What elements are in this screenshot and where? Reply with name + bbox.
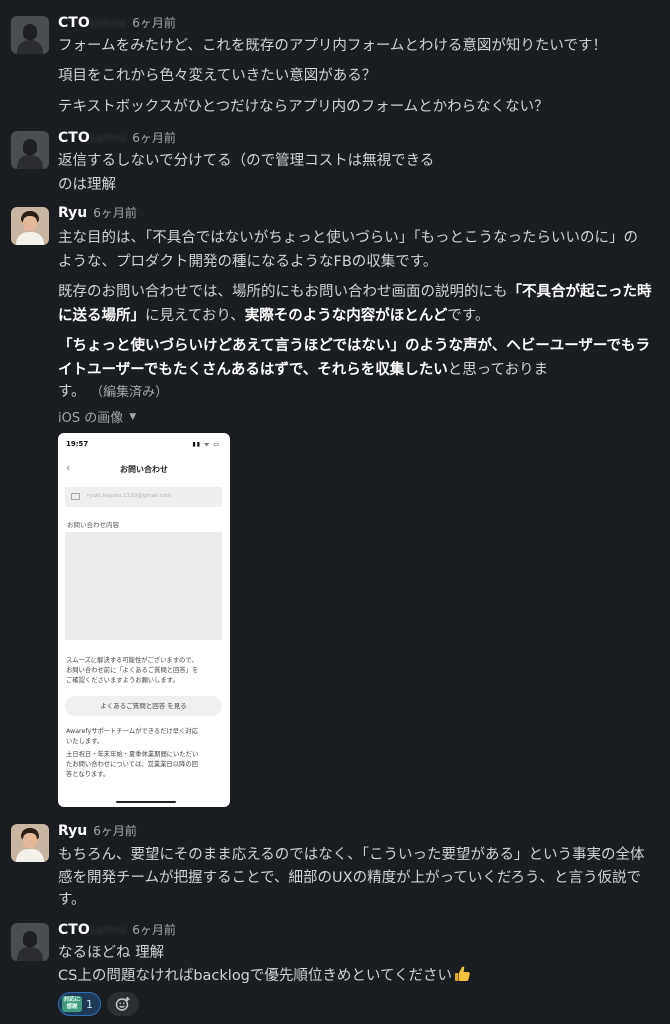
avatar[interactable] (11, 16, 49, 54)
phone-note-line: スムーズに解決する可能性がございますので、 (66, 657, 198, 664)
message-text: のは理解 (58, 177, 116, 193)
text-segment: す。 (58, 384, 86, 400)
message-header: Ryu 6ヶ月前 (58, 822, 137, 842)
mail-icon (71, 493, 80, 500)
text-segment: と思っておりま (447, 362, 549, 378)
message-text: イトユーザーでもたくさんあるはずで、それらを収集したいと思っておりま (58, 358, 548, 382)
text-segment: CS上の問題なければbacklogで優先順位きめといてください (58, 968, 453, 984)
author-name-redacted: sahiro (89, 131, 127, 145)
bold-text: 「不具合が起こった時 (507, 284, 652, 300)
phone-support-line: Awarefyサポートチームができるだけ早く対応 (66, 728, 198, 735)
message-text: 感を開発チームが把握することで、細部のUXの精度が上がっていくだろう、と言う仮説… (58, 870, 641, 886)
phone-support-line: たお問い合わせについては、営業業日以降の回 (66, 761, 198, 768)
avatar[interactable] (11, 824, 49, 862)
author-name[interactable]: CTO (58, 922, 90, 938)
add-reaction-icon (115, 997, 130, 1011)
reaction-count: 1 (86, 997, 93, 1011)
bold-text: に送る場所」 (58, 308, 145, 324)
phone-textarea (65, 532, 222, 640)
avatar[interactable] (11, 923, 49, 961)
message-text: に送る場所」に見えており、実際そのような内容がほとんどです。 (58, 304, 489, 328)
custom-emoji-icon: 対応に 感謝 (62, 996, 82, 1012)
attached-image[interactable]: 19:57 ▮▮ ᯤ ▭ ‹ お問い合わせ ryuki.hayato.1120@… (58, 433, 230, 807)
add-reaction-button[interactable] (107, 992, 139, 1016)
phone-support-line: 土日祝日・年末年始・夏季休業期間にいただい (66, 751, 199, 758)
author-name-redacted: sahiro (89, 923, 127, 937)
phone-email-placeholder: ryuki.hayato.1120@gmail.com (87, 493, 172, 499)
text-segment: 既存のお問い合わせでは、場所的にもお問い合わせ画面の説明的にも (58, 284, 508, 300)
image-toggle[interactable]: iOS の画像 ▼ (58, 407, 136, 426)
phone-email-field: ryuki.hayato.1120@gmail.com (65, 487, 222, 507)
phone-page-title: お問い合わせ (120, 465, 168, 474)
message-text: す。 （編集済み） (58, 380, 168, 405)
bold-text: 実際そのような内容がほとんど (244, 308, 448, 324)
phone-faq-button: よくあるご質問と回答 を見る (65, 696, 222, 716)
reaction-pill[interactable]: 対応に 感謝 1 (58, 992, 101, 1016)
avatar[interactable] (11, 207, 49, 245)
message-text: なるほどね 理解 (58, 945, 165, 961)
thumbs-up-icon (455, 966, 470, 981)
emoji-text: 感謝 (66, 1004, 78, 1010)
message-text: 既存のお問い合わせでは、場所的にもお問い合わせ画面の説明的にも「不具合が起こった… (58, 280, 651, 304)
bold-text: 「ちょっと使いづらいけどあえて言うほどではない」のような声が、ヘビーユーザーでも… (58, 338, 651, 354)
image-label: iOS の画像 (58, 411, 124, 426)
phone-note: スムーズに解決する可能性がございますので、 お問い合わせ前に「よくあるご質問と回… (66, 656, 226, 686)
message-text: す。 (58, 892, 86, 908)
author-name[interactable]: CTO (58, 15, 90, 31)
author-name[interactable]: CTO (58, 130, 90, 146)
edited-label: （編集済み） (90, 385, 169, 400)
message-text: ような、プロダクト開発の種になるようなFBの収集です。 (58, 254, 438, 270)
caret-down-icon: ▼ (129, 411, 137, 422)
phone-support-line: 答となります。 (66, 771, 110, 778)
timestamp[interactable]: 6ヶ月前 (93, 204, 137, 221)
message-text: フォームをみたけど、これを既存のアプリ内フォームとわける意図が知りたいです！ (58, 38, 607, 54)
message-text: 「ちょっと使いづらいけどあえて言うほどではない」のような声が、ヘビーユーザーでも… (58, 334, 650, 358)
author-name[interactable]: Ryu (58, 205, 87, 221)
message-text: 項目をこれから色々変えていきたい意図がある？ (58, 68, 377, 84)
message-header: CTO sahiro 6ヶ月前 (58, 921, 176, 941)
home-indicator (116, 801, 176, 803)
message-text: CS上の問題なければbacklogで優先順位きめといてください (58, 964, 472, 988)
phone-content-label: お問い合わせ内容 (67, 521, 119, 529)
phone-status-icons: ▮▮ ᯤ ▭ (192, 441, 220, 448)
phone-status-time: 19:57 (66, 440, 89, 448)
message-header: CTO sahiro 6ヶ月前 (58, 14, 176, 34)
timestamp[interactable]: 6ヶ月前 (132, 129, 176, 146)
avatar[interactable] (11, 131, 49, 169)
emoji-text: 対応に (63, 997, 81, 1003)
phone-note-line: お問い合わせ前に「よくあるご質問と回答」を (66, 667, 199, 674)
message-text: 返信するしないで分けてる（ので管理コストは無視できる (58, 153, 435, 169)
message-header: Ryu 6ヶ月前 (58, 204, 137, 224)
phone-support-line: いたします。 (66, 738, 104, 745)
message-text: もちろん、要望にそのまま応えるのではなく、「こういった要望がある」という事実の全… (58, 847, 645, 863)
message-text: 主な目的は、「不具合ではないがちょっと使いづらい」「もっとこうなったらいいのに」… (58, 230, 638, 246)
text-segment: です。 (447, 308, 490, 324)
timestamp[interactable]: 6ヶ月前 (132, 14, 176, 31)
author-name[interactable]: Ryu (58, 823, 87, 839)
text-segment: に見えており、 (145, 308, 245, 324)
message-header: CTO sahiro 6ヶ月前 (58, 129, 176, 149)
reactions-bar: 対応に 感謝 1 (58, 992, 139, 1016)
author-name-redacted: sahiro (89, 16, 127, 30)
message-text: テキストボックスがひとつだけならアプリ内のフォームとかわらなくない？ (58, 99, 549, 115)
bold-text: イトユーザーでもたくさんあるはずで、それらを収集したい (58, 362, 448, 378)
timestamp[interactable]: 6ヶ月前 (93, 822, 137, 839)
phone-support-text: Awarefyサポートチームができるだけ早く対応 いたします。 土日祝日・年末年… (66, 727, 226, 780)
phone-note-line: ご確認くださいますようお願いします。 (66, 677, 179, 684)
timestamp[interactable]: 6ヶ月前 (132, 921, 176, 938)
